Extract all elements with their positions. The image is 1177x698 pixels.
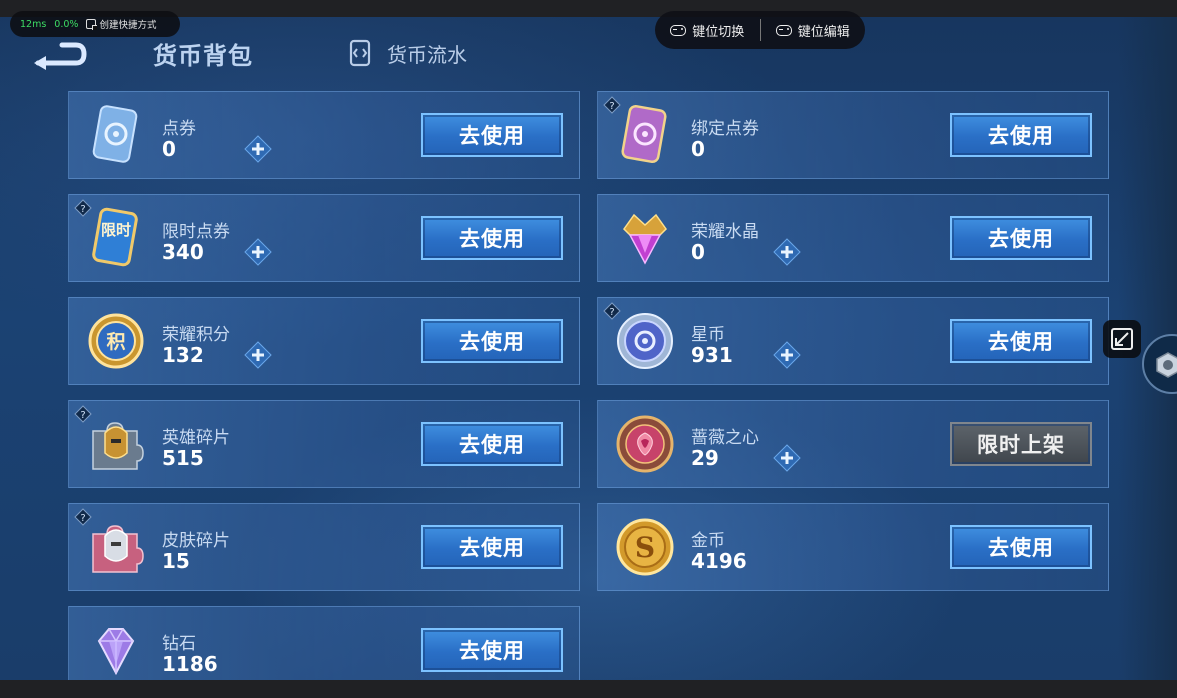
voucher-icon — [92, 105, 138, 163]
currency-count: 931 — [691, 343, 733, 367]
use-button[interactable]: 去使用 — [421, 525, 563, 569]
key-edit-button[interactable]: 键位编辑 — [761, 21, 866, 40]
currency-name: 限时点券 — [162, 222, 230, 242]
currency-card-bound-voucher: ? 绑定点券 0 去使用 — [597, 91, 1109, 179]
limited-listing-button[interactable]: 限时上架 — [950, 422, 1092, 466]
limited-badge-text: 限时 — [101, 221, 131, 239]
currency-name: 蔷薇之心 — [691, 428, 759, 448]
star-coin-icon — [617, 313, 673, 369]
use-button[interactable]: 去使用 — [950, 525, 1092, 569]
add-plus-icon[interactable] — [773, 341, 801, 369]
add-plus-icon[interactable] — [244, 341, 272, 369]
skin-fragment-icon — [92, 525, 144, 573]
currency-count: 15 — [162, 549, 190, 573]
create-shortcut-label: 创建快捷方式 — [99, 20, 157, 31]
currency-name: 星币 — [691, 325, 725, 345]
currency-count: 340 — [162, 240, 204, 264]
rose-heart-icon — [616, 415, 674, 473]
key-switch-button[interactable]: 键位切换 — [655, 21, 760, 40]
packet-loss-value: 0.0% — [54, 18, 79, 30]
currency-name: 金币 — [691, 531, 725, 551]
currency-count: 0 — [691, 240, 705, 264]
currency-count: 0 — [691, 137, 705, 161]
bound-voucher-icon — [621, 104, 667, 164]
add-plus-icon[interactable] — [773, 444, 801, 472]
currency-card-gold-coin: S 金币 4196 去使用 — [597, 503, 1109, 591]
window-bottom-bar — [0, 680, 1177, 698]
latency-value: 12ms — [20, 18, 47, 30]
currency-name: 绑定点券 — [691, 119, 759, 139]
currency-count: 515 — [162, 446, 204, 470]
add-plus-icon[interactable] — [773, 238, 801, 266]
use-button[interactable]: 去使用 — [421, 216, 563, 260]
currency-name: 荣耀水晶 — [691, 222, 759, 242]
currency-card-diamond: 钻石 1186 去使用 — [68, 606, 580, 680]
add-plus-icon[interactable] — [244, 135, 272, 163]
add-plus-icon[interactable] — [244, 238, 272, 266]
use-button[interactable]: 去使用 — [421, 319, 563, 363]
currency-count: 0 — [162, 137, 176, 161]
key-switch-label: 键位切换 — [692, 24, 745, 40]
tab-currency-flow-label: 货币流水 — [387, 42, 467, 67]
currency-card-voucher: 点券 0 去使用 — [68, 91, 580, 179]
currency-card-star-coin: ? 星币 931 去使用 — [597, 297, 1109, 385]
currency-name: 点券 — [162, 119, 196, 139]
network-status-pill: 12ms 0.0% 创建快捷方式 — [10, 11, 180, 37]
currency-name: 钻石 — [162, 634, 196, 654]
gold-badge-text: S — [635, 531, 655, 564]
currency-count: 29 — [691, 446, 719, 470]
use-button[interactable]: 去使用 — [950, 216, 1092, 260]
tab-currency-bag[interactable]: 货币背包 — [153, 36, 253, 71]
currency-card-skin-fragment: ? 皮肤碎片 15 去使用 — [68, 503, 580, 591]
create-shortcut-button[interactable]: 创建快捷方式 — [86, 17, 156, 31]
hexagon-icon — [1156, 352, 1177, 378]
use-button[interactable]: 去使用 — [950, 319, 1092, 363]
use-button[interactable]: 去使用 — [421, 422, 563, 466]
currency-name: 荣耀积分 — [162, 325, 230, 345]
currency-count: 1186 — [162, 652, 218, 676]
limited-voucher-icon: 限时 — [92, 207, 138, 267]
currency-card-honor-points: 积 荣耀积分 132 去使用 — [68, 297, 580, 385]
gamepad-icon — [775, 24, 792, 36]
key-edit-label: 键位编辑 — [797, 24, 850, 40]
currency-count: 132 — [162, 343, 204, 367]
game-viewport: 货币背包 货币流水 点券 0 去使用 ? 绑定点券 0 去使用 ? 限时 限时点… — [0, 17, 1177, 680]
card-flow-icon — [349, 39, 371, 67]
keymap-toolbar: 键位切换 键位编辑 — [655, 11, 865, 49]
use-button[interactable]: 去使用 — [421, 628, 563, 672]
glory-crystal-icon — [623, 213, 667, 265]
currency-card-glory-crystal: 荣耀水晶 0 去使用 — [597, 194, 1109, 282]
currency-card-limited-voucher: ? 限时 限时点券 340 去使用 — [68, 194, 580, 282]
honor-points-icon: 积 — [88, 313, 144, 369]
shortcut-icon — [86, 19, 98, 30]
honor-badge-text: 积 — [106, 331, 125, 353]
back-arrow-icon[interactable] — [28, 38, 88, 70]
currency-name: 皮肤碎片 — [162, 531, 230, 551]
gold-coin-icon: S — [616, 518, 674, 576]
currency-count: 4196 — [691, 549, 747, 573]
use-button[interactable]: 去使用 — [950, 113, 1092, 157]
resize-window-icon[interactable] — [1103, 320, 1141, 358]
currency-card-hero-fragment: ? 英雄碎片 515 去使用 — [68, 400, 580, 488]
tab-currency-flow[interactable]: 货币流水 — [345, 38, 467, 68]
hero-fragment-icon — [92, 422, 144, 470]
currency-name: 英雄碎片 — [162, 428, 230, 448]
diamond-icon — [97, 628, 135, 676]
use-button[interactable]: 去使用 — [421, 113, 563, 157]
gamepad-icon — [670, 24, 687, 36]
currency-card-rose-heart: 蔷薇之心 29 限时上架 — [597, 400, 1109, 488]
